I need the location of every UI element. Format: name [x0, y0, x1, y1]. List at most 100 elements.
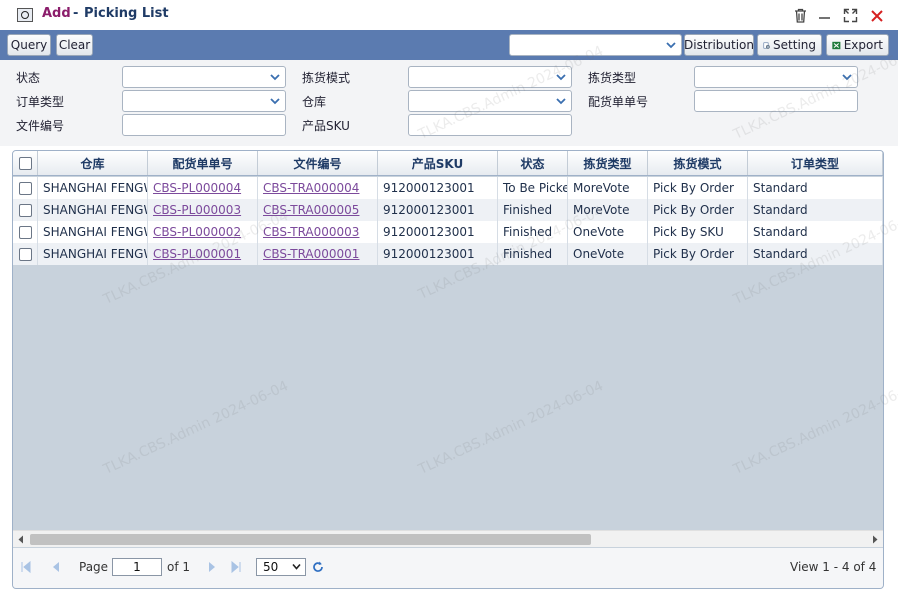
- cell-order-type: Standard: [748, 221, 883, 243]
- row-checkbox-cell: [13, 177, 38, 199]
- file-no-link[interactable]: CBS-TRA000001: [263, 247, 359, 261]
- chevron-down-icon: [270, 74, 280, 81]
- last-page-icon[interactable]: [229, 560, 243, 574]
- filter-panel: 状态 订单类型 文件编号 拣货模式 仓库 产品SKU 拣货类型 配货单单号: [0, 60, 898, 146]
- scroll-right-icon[interactable]: [871, 535, 879, 544]
- select-all-cell: [13, 151, 38, 175]
- distribution-no-link[interactable]: CBS-PL000002: [153, 225, 241, 239]
- app-search-icon: [17, 8, 33, 22]
- row-checkbox-cell: [13, 243, 38, 265]
- export-button[interactable]: Export: [826, 34, 889, 56]
- file-no-input[interactable]: [122, 114, 286, 136]
- prev-page-icon[interactable]: [49, 560, 63, 574]
- row-checkbox[interactable]: [18, 247, 32, 261]
- cell-sku: 912000123001: [378, 243, 498, 265]
- order-type-label: 订单类型: [16, 95, 65, 109]
- query-button[interactable]: Query: [7, 34, 51, 56]
- cell-sku: 912000123001: [378, 199, 498, 221]
- setting-button[interactable]: Setting: [757, 34, 822, 56]
- cell-status: To Be Picked: [498, 177, 568, 199]
- distribution-no-link[interactable]: CBS-PL000004: [153, 181, 241, 195]
- window-titlebar: Add - Picking List: [0, 0, 898, 30]
- close-icon[interactable]: [868, 7, 885, 24]
- col-header-picking-type[interactable]: 拣货类型: [568, 151, 648, 175]
- maximize-icon[interactable]: [842, 7, 859, 24]
- chevron-down-icon: [842, 74, 852, 81]
- export-label: Export: [843, 38, 883, 52]
- title-action: Add: [42, 6, 71, 21]
- col-header-status[interactable]: 状态: [498, 151, 568, 175]
- status-select[interactable]: [122, 66, 286, 88]
- chevron-down-icon: [556, 74, 566, 81]
- col-header-file-no[interactable]: 文件编号: [258, 151, 378, 175]
- next-page-icon[interactable]: [205, 560, 219, 574]
- trash-icon[interactable]: [792, 7, 809, 24]
- cell-picking-mode: Pick By Order: [648, 243, 748, 265]
- distribution-button[interactable]: Distribution: [684, 34, 754, 56]
- distribution-no-input[interactable]: [694, 90, 858, 112]
- picking-type-select[interactable]: [694, 66, 858, 88]
- cell-file-no: CBS-TRA000005: [258, 199, 378, 221]
- cell-order-type: Standard: [748, 177, 883, 199]
- picking-list-grid: 仓库 配货单单号 文件编号 产品SKU 状态 拣货类型 拣货模式 订单类型 SH…: [12, 150, 884, 589]
- row-checkbox[interactable]: [18, 203, 32, 217]
- row-checkbox-cell: [13, 199, 38, 221]
- scroll-left-icon[interactable]: [17, 535, 25, 544]
- page-input[interactable]: 1: [112, 558, 162, 576]
- clear-button[interactable]: Clear: [56, 34, 93, 56]
- cell-order-type: Standard: [748, 199, 883, 221]
- table-row[interactable]: SHANGHAI FENGWEI CBS-PL000001 CBS-TRA000…: [13, 243, 883, 265]
- scrollbar-thumb[interactable]: [30, 534, 591, 545]
- col-header-distribution-no[interactable]: 配货单单号: [148, 151, 258, 175]
- setting-label: Setting: [773, 38, 816, 52]
- chevron-down-icon: [292, 563, 301, 570]
- file-no-link[interactable]: CBS-TRA000003: [263, 225, 359, 239]
- file-no-link[interactable]: CBS-TRA000005: [263, 203, 359, 217]
- product-sku-input[interactable]: [408, 114, 572, 136]
- page-label: Page: [79, 560, 109, 574]
- product-sku-label: 产品SKU: [302, 119, 350, 133]
- warehouse-select[interactable]: [408, 90, 572, 112]
- col-header-picking-mode[interactable]: 拣货模式: [648, 151, 748, 175]
- table-row[interactable]: SHANGHAI FENGWEI CBS-PL000003 CBS-TRA000…: [13, 199, 883, 221]
- cell-file-no: CBS-TRA000003: [258, 221, 378, 243]
- cell-distribution-no: CBS-PL000001: [148, 243, 258, 265]
- col-header-order-type[interactable]: 订单类型: [748, 151, 883, 175]
- file-no-label: 文件编号: [16, 119, 65, 133]
- chevron-down-icon: [556, 98, 566, 105]
- file-no-link[interactable]: CBS-TRA000004: [263, 181, 359, 195]
- select-all-checkbox[interactable]: [18, 156, 32, 170]
- cell-file-no: CBS-TRA000001: [258, 243, 378, 265]
- view-count-text: View 1 - 4 of 4: [790, 560, 877, 574]
- cell-order-type: Standard: [748, 243, 883, 265]
- cell-status: Finished: [498, 243, 568, 265]
- first-page-icon[interactable]: [19, 560, 33, 574]
- col-header-warehouse[interactable]: 仓库: [38, 151, 148, 175]
- cell-warehouse: SHANGHAI FENGWEI: [38, 221, 148, 243]
- cell-distribution-no: CBS-PL000002: [148, 221, 258, 243]
- grid-header: 仓库 配货单单号 文件编号 产品SKU 状态 拣货类型 拣货模式 订单类型: [13, 151, 883, 176]
- pager: Page 1 of 1 50 View 1 - 4 of 4: [13, 548, 883, 588]
- cell-file-no: CBS-TRA000004: [258, 177, 378, 199]
- cell-status: Finished: [498, 199, 568, 221]
- row-checkbox[interactable]: [18, 181, 32, 195]
- window-title: Picking List: [84, 6, 169, 21]
- minimize-icon[interactable]: [816, 7, 833, 24]
- refresh-icon[interactable]: [311, 560, 325, 574]
- horizontal-scrollbar[interactable]: [13, 530, 883, 547]
- order-type-select[interactable]: [122, 90, 286, 112]
- picking-mode-select[interactable]: [408, 66, 572, 88]
- distribution-no-link[interactable]: CBS-PL000003: [153, 203, 241, 217]
- table-row[interactable]: SHANGHAI FENGWEI CBS-PL000002 CBS-TRA000…: [13, 221, 883, 243]
- page-size-select[interactable]: 50: [256, 558, 306, 576]
- chevron-down-icon: [666, 42, 676, 49]
- row-checkbox[interactable]: [18, 225, 32, 239]
- row-checkbox-cell: [13, 221, 38, 243]
- distribution-no-label: 配货单单号: [588, 95, 649, 109]
- table-row[interactable]: SHANGHAI FENGWEI CBS-PL000004 CBS-TRA000…: [13, 177, 883, 199]
- distribution-select[interactable]: [509, 34, 682, 56]
- col-header-product-sku[interactable]: 产品SKU: [378, 151, 498, 175]
- distribution-no-link[interactable]: CBS-PL000001: [153, 247, 241, 261]
- toolbar: Query Clear Distribution Setting Export: [0, 30, 898, 60]
- cell-warehouse: SHANGHAI FENGWEI: [38, 243, 148, 265]
